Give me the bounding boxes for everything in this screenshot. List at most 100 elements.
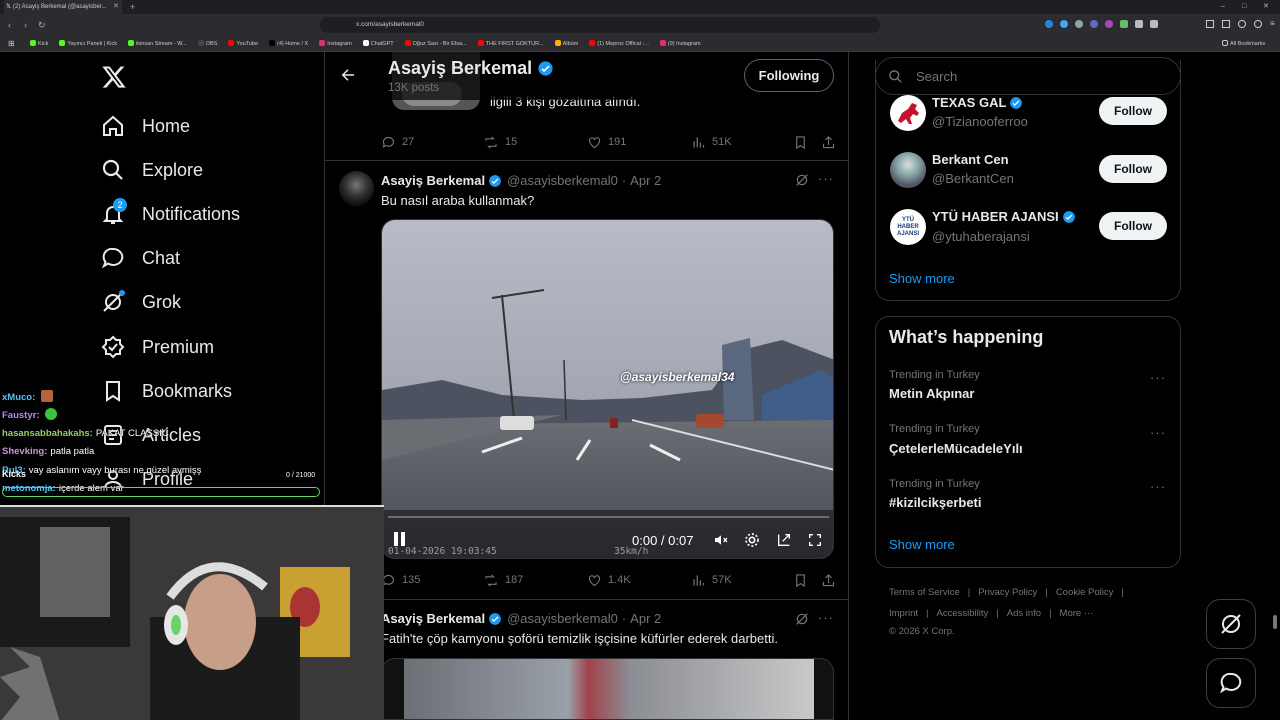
extension-icon[interactable] xyxy=(1090,20,1098,28)
bookmark-item[interactable]: ikinsan Stream - W... xyxy=(128,36,187,52)
more-options-icon[interactable]: ··· xyxy=(818,610,834,625)
bookmark-item[interactable]: (4) Home / X xyxy=(269,36,308,52)
follow-button[interactable]: Follow xyxy=(1099,155,1167,183)
account-avatar[interactable]: YTÜ HABER AJANSI xyxy=(890,209,926,245)
following-button[interactable]: Following xyxy=(744,59,834,92)
account-name[interactable]: TEXAS GAL xyxy=(932,95,1006,110)
tweet-author-name[interactable]: Asayiş Berkemal xyxy=(381,611,485,626)
bookmark-tweet-icon[interactable] xyxy=(793,135,808,150)
nav-item-home[interactable]: Home xyxy=(100,111,190,141)
footer-cookie[interactable]: Cookie Policy xyxy=(1056,587,1114,598)
menu-icon[interactable]: ≡ xyxy=(1270,20,1278,28)
trend-more-icon[interactable]: ··· xyxy=(1150,425,1166,440)
settings-icon[interactable] xyxy=(1254,20,1262,28)
footer-ads-info[interactable]: Ads info xyxy=(1007,608,1041,619)
trend-more-icon[interactable]: ··· xyxy=(1150,370,1166,385)
nav-item-grok[interactable]: Grok xyxy=(100,287,181,317)
account-avatar[interactable] xyxy=(890,95,926,131)
back-icon[interactable]: ‹ xyxy=(8,14,11,36)
all-bookmarks[interactable]: All Bookmarks xyxy=(1222,36,1265,52)
extension-icon[interactable] xyxy=(1105,20,1113,28)
account-avatar[interactable] xyxy=(890,152,926,188)
grok-analyze-icon[interactable] xyxy=(794,172,810,188)
repost-button[interactable]: 187 xyxy=(483,573,587,588)
account-name[interactable]: Berkant Cen xyxy=(932,152,1009,167)
who-to-follow-show-more[interactable]: Show more xyxy=(889,271,955,286)
bookmark-item[interactable]: YouTube xyxy=(228,36,258,52)
browser-tab[interactable]: 𝕏 (2) Asayiş Berkemal (@asayisber... ✕ xyxy=(4,0,122,14)
reload-icon[interactable]: ↻ xyxy=(38,14,46,36)
footer-accessibility[interactable]: Accessibility xyxy=(937,608,989,619)
next-tweet-video[interactable] xyxy=(381,658,834,720)
bookmark-tweet-icon[interactable] xyxy=(793,573,808,588)
nav-item-bookmarks[interactable]: Bookmarks xyxy=(100,376,232,406)
bookmark-item[interactable]: Instagram xyxy=(319,36,352,52)
bookmark-item[interactable]: ChatGPT xyxy=(362,36,394,52)
window-close-icon[interactable]: ✕ xyxy=(1263,0,1269,14)
share-icon[interactable] xyxy=(821,573,836,588)
trend-topic[interactable]: ÇetelerleMücadeleYılı xyxy=(889,441,1023,456)
video-settings-icon[interactable] xyxy=(744,532,760,548)
close-tab-icon[interactable]: ✕ xyxy=(113,0,119,14)
views-button[interactable]: 57K xyxy=(691,573,793,588)
extension-icon[interactable] xyxy=(1135,20,1143,28)
nav-item-chat[interactable]: Chat xyxy=(100,243,180,273)
tweet-video[interactable]: @asayisberkemal34 01-04-2026 19:03:45 35… xyxy=(381,219,834,559)
picture-in-picture-icon[interactable] xyxy=(776,532,792,548)
tweet-date[interactable]: Apr 2 xyxy=(630,611,661,626)
extension-icon[interactable] xyxy=(1060,20,1068,28)
bookmark-item[interactable]: THE FIRST GOKTUR... xyxy=(477,36,544,52)
extension-icon[interactable] xyxy=(1120,20,1128,28)
back-arrow-icon[interactable] xyxy=(339,66,357,84)
fullscreen-icon[interactable] xyxy=(807,532,823,548)
apps-grid-icon[interactable]: ⊞ xyxy=(8,36,15,52)
tweet-date[interactable]: Apr 2 xyxy=(630,173,661,188)
trend-topic[interactable]: #kizilcikşerbeti xyxy=(889,495,982,510)
like-button[interactable]: 191 xyxy=(587,135,691,150)
bookmark-item[interactable]: Kick xyxy=(30,36,48,52)
follow-button[interactable]: Follow xyxy=(1099,212,1167,240)
messages-fab[interactable] xyxy=(1206,658,1256,708)
bookmark-item[interactable]: Oğuz Sasi - Bir Efsa... xyxy=(404,36,467,52)
trends-show-more[interactable]: Show more xyxy=(889,537,955,552)
footer-terms[interactable]: Terms of Service xyxy=(889,587,960,598)
tweet-author-avatar[interactable] xyxy=(339,171,374,206)
nav-item-premium[interactable]: Premium xyxy=(100,332,214,362)
bookmark-item[interactable]: Albüm xyxy=(554,36,578,52)
footer-more[interactable]: More ··· xyxy=(1060,608,1094,619)
minimize-icon[interactable]: – xyxy=(1221,0,1225,14)
tweet-author-name[interactable]: Asayiş Berkemal xyxy=(381,173,485,188)
grok-analyze-icon[interactable] xyxy=(794,611,810,627)
new-tab-icon[interactable]: + xyxy=(130,0,135,14)
window-icon[interactable] xyxy=(1222,20,1230,28)
account-name[interactable]: YTÜ HABER AJANSI xyxy=(932,209,1059,224)
like-button[interactable]: 1.4K xyxy=(587,573,691,588)
tweet-author-handle[interactable]: @asayisberkemal0 xyxy=(507,173,618,188)
x-logo-icon[interactable] xyxy=(101,64,127,90)
repost-button[interactable]: 15 xyxy=(483,135,587,150)
trend-more-icon[interactable]: ··· xyxy=(1150,479,1166,494)
reply-button[interactable]: 135 xyxy=(381,573,483,588)
bookmark-item[interactable]: Yayıncı Paneli | Kick xyxy=(59,36,117,52)
nav-item-notifications[interactable]: 2 Notifications xyxy=(100,198,240,229)
nav-item-explore[interactable]: Explore xyxy=(100,155,203,185)
reply-button[interactable]: 27 xyxy=(381,135,483,150)
extension-icon[interactable] xyxy=(1150,20,1158,28)
tweet-author-handle[interactable]: @asayisberkemal0 xyxy=(507,611,618,626)
footer-privacy[interactable]: Privacy Policy xyxy=(978,587,1037,598)
sidebar-toggle-icon[interactable] xyxy=(1206,20,1214,28)
page-scrollbar[interactable] xyxy=(1273,615,1277,629)
grok-fab[interactable] xyxy=(1206,599,1256,649)
bookmark-item[interactable]: (9) Instagram xyxy=(659,36,701,52)
pause-icon[interactable] xyxy=(394,532,405,546)
views-button[interactable]: 51K xyxy=(691,135,793,150)
bookmark-item[interactable]: (1) Meproz Offical -... xyxy=(589,36,649,52)
extension-icon[interactable] xyxy=(1075,20,1083,28)
extension-icon[interactable] xyxy=(1045,20,1053,28)
bookmark-item[interactable]: OBS xyxy=(197,36,217,52)
follow-button[interactable]: Follow xyxy=(1099,97,1167,125)
profile-icon[interactable] xyxy=(1238,20,1246,28)
maximize-icon[interactable]: □ xyxy=(1242,0,1246,14)
share-icon[interactable] xyxy=(821,135,836,150)
more-options-icon[interactable]: ··· xyxy=(818,171,834,186)
